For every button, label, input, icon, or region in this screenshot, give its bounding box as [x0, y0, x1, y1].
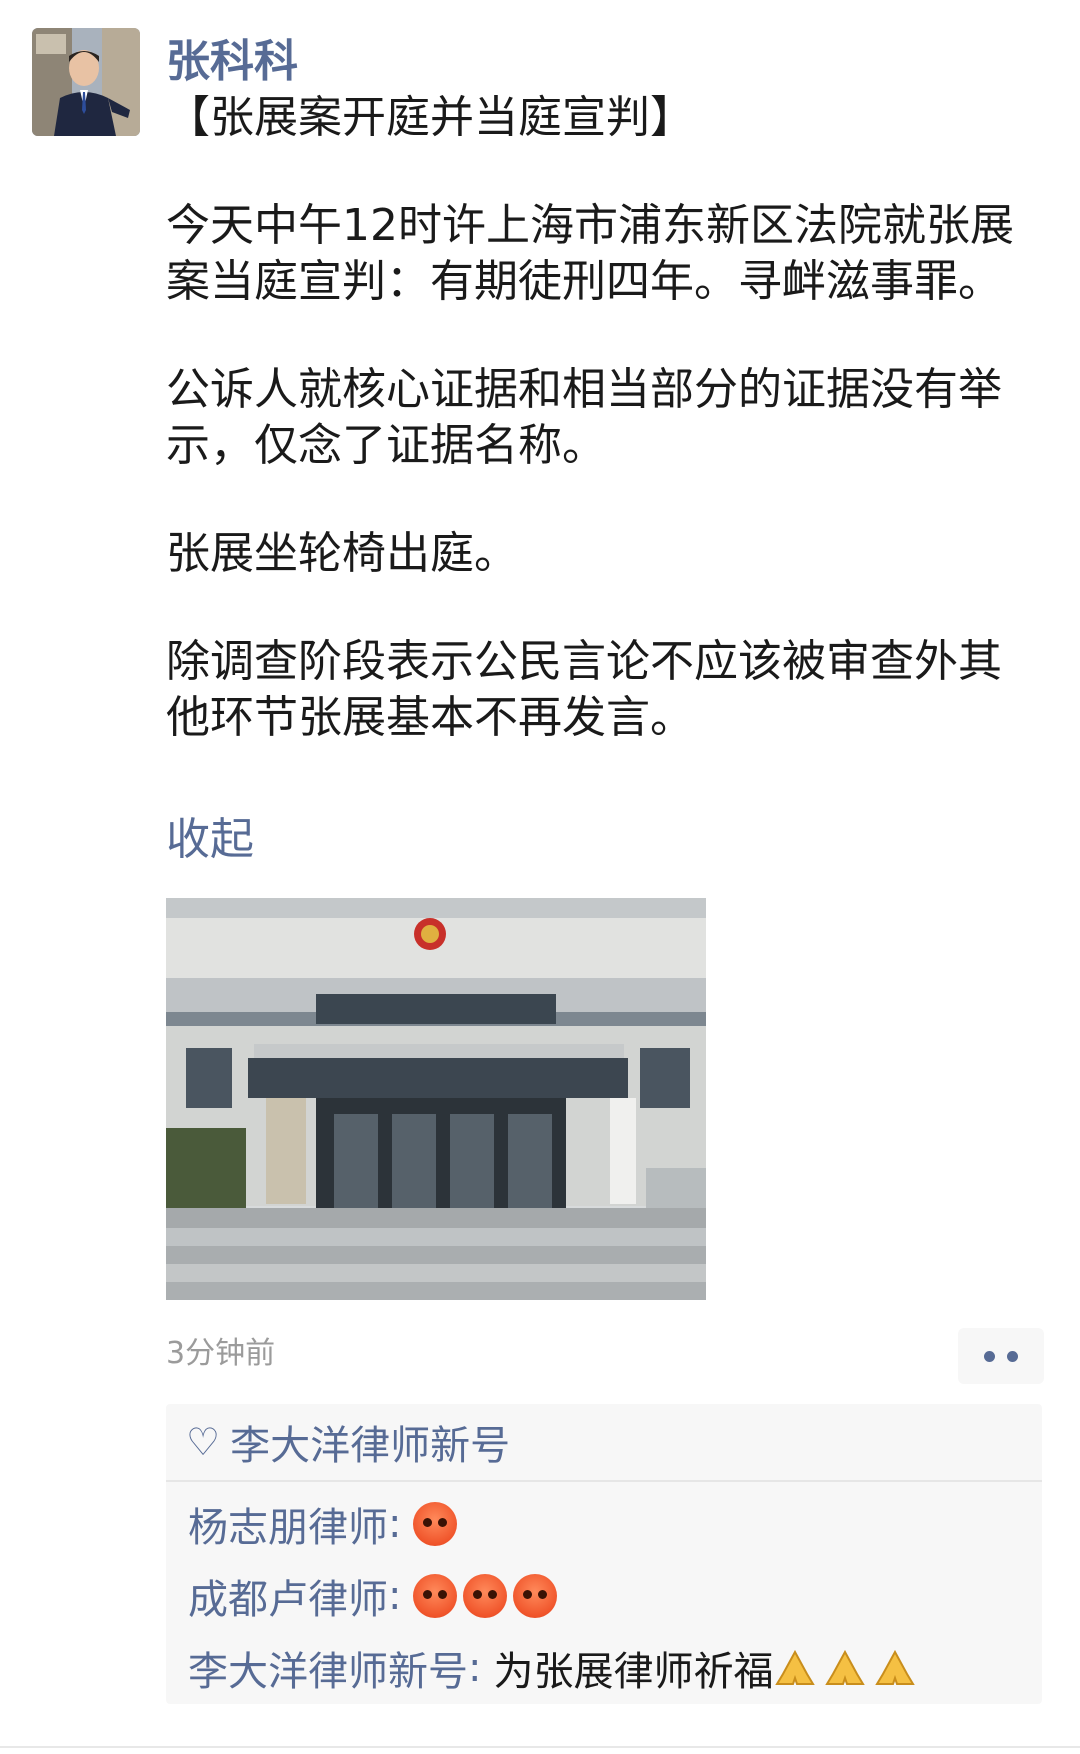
comment-author[interactable]: 杨志朋律师 — [188, 1495, 388, 1553]
post-paragraph: 今天中午12时许上海市浦东新区法院就张展案当庭宣判：有期徒刑四年。寻衅滋事罪。 — [166, 200, 1014, 307]
courthouse-photo — [166, 898, 706, 1300]
moments-post: 张科科 【张展案开庭并当庭宣判】 今天中午12时许上海市浦东新区法院就张展案当庭… — [0, 0, 1080, 1754]
angry-face-icon — [463, 1574, 508, 1618]
comment-row[interactable]: 李大洋律师新号 : 为张展律师祈福 — [166, 1632, 1042, 1704]
comment-colon: : — [468, 1645, 482, 1691]
collapse-link[interactable]: 收起 — [166, 810, 254, 870]
likes-row: ♡ 李大洋律师新号 — [166, 1404, 1042, 1482]
avatar-photo — [32, 28, 140, 136]
post-body: 【张展案开庭并当庭宣判】 今天中午12时许上海市浦东新区法院就张展案当庭宣判：有… — [166, 90, 1026, 798]
heart-outline-icon: ♡ — [186, 1420, 221, 1464]
comment-text: 为张展律师祈福 — [493, 1649, 774, 1695]
folded-hands-icon — [825, 1649, 866, 1685]
post-title: 【张展案开庭并当庭宣判】 — [166, 92, 694, 143]
dot-icon — [984, 1350, 995, 1362]
divider — [0, 1746, 1080, 1748]
comment-row[interactable]: 成都卢律师 : — [166, 1560, 1042, 1632]
comment-colon: : — [388, 1501, 402, 1547]
angry-face-icon — [513, 1574, 558, 1618]
post-paragraph: 张展坐轮椅出庭。 — [166, 528, 518, 579]
comment-author[interactable]: 成都卢律师 — [188, 1567, 388, 1625]
comment-row[interactable]: 杨志朋律师 : — [166, 1488, 1042, 1560]
dot-icon — [1007, 1350, 1018, 1362]
like-user-name[interactable]: 李大洋律师新号 — [230, 1413, 510, 1471]
angry-face-icon — [413, 1574, 458, 1618]
comment-author[interactable]: 李大洋律师新号 — [188, 1639, 468, 1697]
post-photo[interactable] — [166, 898, 706, 1300]
post-timestamp: 3分钟前 — [166, 1336, 276, 1371]
folded-hands-icon — [775, 1649, 816, 1685]
author-name[interactable]: 张科科 — [166, 32, 298, 92]
interaction-panel: ♡ 李大洋律师新号 杨志朋律师 : 成都卢律师 : 李大洋律师新号 : 为张展律… — [166, 1404, 1042, 1704]
post-paragraph: 公诉人就核心证据和相当部分的证据没有举示，仅念了证据名称。 — [166, 364, 1002, 471]
post-paragraph: 除调查阶段表示公民言论不应该被审查外其他环节张展基本不再发言。 — [166, 636, 1002, 743]
more-actions-button[interactable] — [958, 1328, 1044, 1384]
comment-colon: : — [388, 1573, 402, 1619]
folded-hands-icon — [875, 1649, 916, 1685]
angry-face-icon — [413, 1502, 458, 1546]
avatar[interactable] — [32, 28, 140, 136]
